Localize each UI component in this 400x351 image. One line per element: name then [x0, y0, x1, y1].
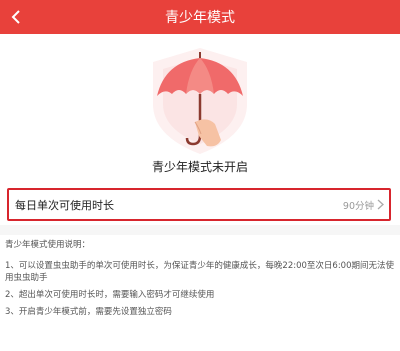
chevron-right-icon [377, 199, 384, 210]
setting-label: 每日单次可使用时长 [15, 198, 114, 212]
daily-usage-duration-setting[interactable]: 每日单次可使用时长 90分钟 [7, 188, 391, 221]
section-divider [0, 225, 400, 235]
chevron-left-icon [11, 10, 20, 24]
rules-title: 青少年模式使用说明： [5, 240, 91, 250]
umbrella-icon [153, 48, 247, 154]
rule-item: 2、超出单次可使用时长时，需要输入密码才可继续使用 [5, 290, 215, 300]
rule-item: 3、开启青少年模式前，需要先设置独立密码 [5, 307, 172, 317]
setting-value-group: 90分钟 [343, 198, 384, 212]
mode-status-text: 青少年模式未开启 [151, 160, 248, 174]
top-bar: 青少年模式 [0, 0, 400, 34]
back-button[interactable] [4, 5, 28, 29]
page-title: 青少年模式 [165, 10, 235, 26]
rule-item: 1、可以设置虫虫助手的单次可使用时长，为保证青少年的健康成长，每晚22:00至次… [5, 261, 394, 283]
umbrella-illustration [125, 44, 275, 156]
setting-value: 90分钟 [342, 200, 374, 212]
